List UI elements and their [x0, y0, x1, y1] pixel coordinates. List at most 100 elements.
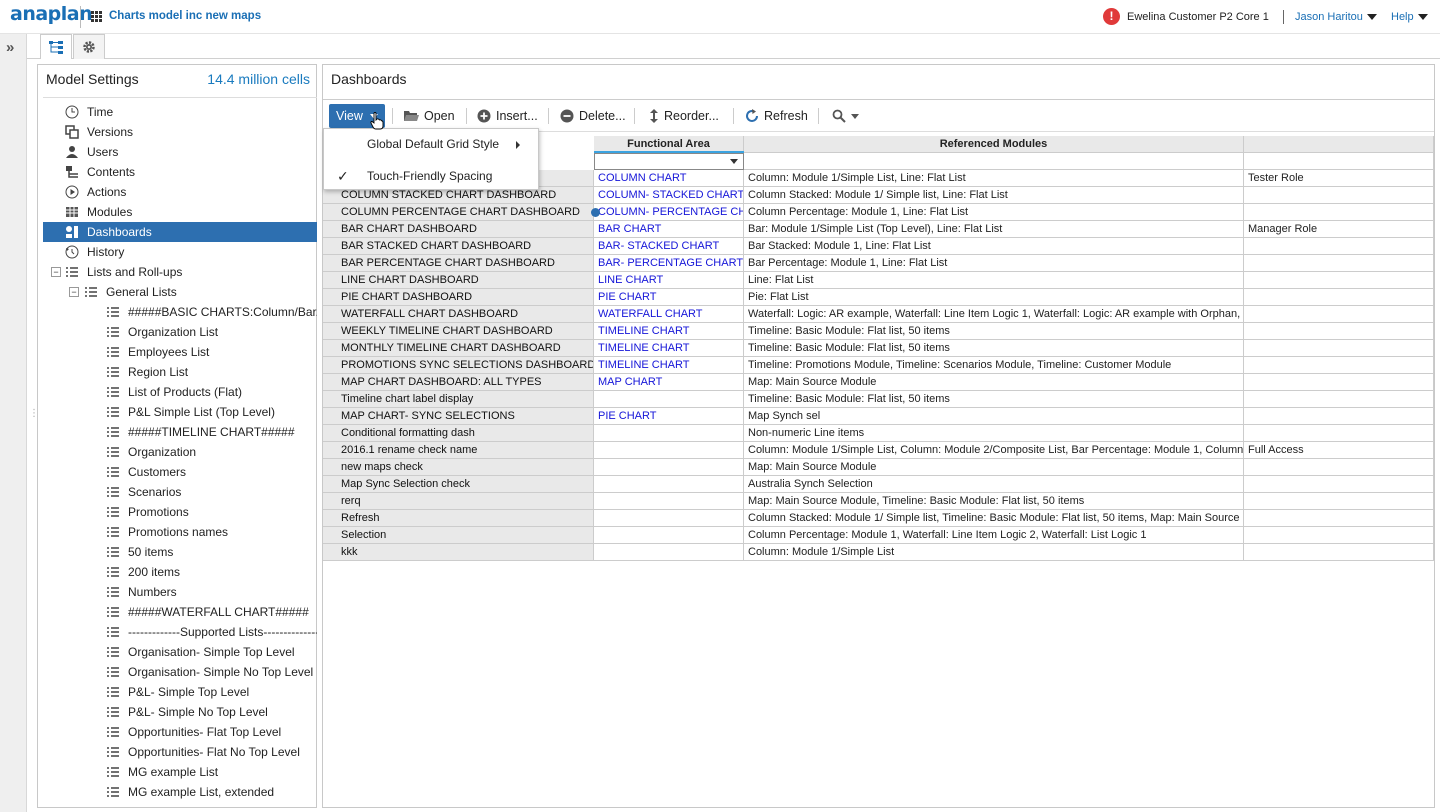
- row-header-cell[interactable]: rerq: [323, 493, 594, 510]
- list-item[interactable]: Numbers: [106, 582, 177, 602]
- referenced-modules-cell[interactable]: Line: Flat List: [744, 272, 1244, 289]
- referenced-modules-cell[interactable]: Australia Synch Selection: [744, 476, 1244, 493]
- filter-cell[interactable]: [744, 153, 1244, 170]
- table-row[interactable]: MAP CHART DASHBOARD: ALL TYPES MAP CHART M…: [323, 374, 1434, 391]
- functional-area-cell[interactable]: [594, 425, 744, 442]
- role-cell[interactable]: [1244, 544, 1434, 561]
- list-item[interactable]: MG example List, extended: [106, 782, 274, 802]
- table-row[interactable]: new maps check Map: Main Source Module: [323, 459, 1434, 476]
- role-cell[interactable]: [1244, 255, 1434, 272]
- table-row[interactable]: BAR CHART DASHBOARD BAR CHART Bar: Module …: [323, 221, 1434, 238]
- referenced-modules-cell[interactable]: Map: Main Source Module, Timeline: Basic…: [744, 493, 1244, 510]
- role-cell[interactable]: [1244, 408, 1434, 425]
- referenced-modules-cell[interactable]: Timeline: Basic Module: Flat list, 50 it…: [744, 340, 1244, 357]
- menu-item-touch-spacing[interactable]: ✓ Touch-Friendly Spacing: [324, 165, 538, 187]
- row-header-cell[interactable]: BAR CHART DASHBOARD: [323, 221, 594, 238]
- referenced-modules-cell[interactable]: Map: Main Source Module: [744, 374, 1244, 391]
- row-header-cell[interactable]: kkk: [323, 544, 594, 561]
- reorder-button[interactable]: Reorder...: [649, 104, 719, 128]
- tab-settings[interactable]: [73, 34, 105, 59]
- functional-area-cell[interactable]: PIE CHART: [594, 289, 744, 306]
- table-row[interactable]: COLUMN PERCENTAGE CHART DASHBOARD COLUMN-…: [323, 204, 1434, 221]
- functional-area-cell[interactable]: [594, 442, 744, 459]
- filter-cell[interactable]: [1244, 153, 1434, 170]
- list-item[interactable]: -------------Supported Lists------------…: [106, 622, 317, 642]
- table-row[interactable]: kkk Column: Module 1/Simple List: [323, 544, 1434, 561]
- tree-item-lists-rollups[interactable]: Lists and Roll-ups: [65, 262, 182, 282]
- row-header-cell[interactable]: BAR STACKED CHART DASHBOARD: [323, 238, 594, 255]
- list-item[interactable]: 50 items: [106, 542, 173, 562]
- list-item[interactable]: Promotions: [106, 502, 189, 522]
- row-header-cell[interactable]: Timeline chart label display: [323, 391, 594, 408]
- functional-area-cell[interactable]: BAR- PERCENTAGE CHART: [594, 255, 744, 272]
- functional-area-cell[interactable]: [594, 493, 744, 510]
- functional-area-cell[interactable]: LINE CHART: [594, 272, 744, 289]
- list-item[interactable]: P&L- Simple No Top Level: [106, 702, 268, 722]
- referenced-modules-cell[interactable]: Bar Percentage: Module 1, Line: Flat Lis…: [744, 255, 1244, 272]
- functional-area-cell[interactable]: BAR- STACKED CHART: [594, 238, 744, 255]
- row-header-cell[interactable]: COLUMN PERCENTAGE CHART DASHBOARD: [323, 204, 594, 221]
- table-row[interactable]: BAR STACKED CHART DASHBOARD BAR- STACKED …: [323, 238, 1434, 255]
- table-row[interactable]: Selection Column Percentage: Module 1, Wa…: [323, 527, 1434, 544]
- role-cell[interactable]: [1244, 340, 1434, 357]
- role-cell[interactable]: [1244, 374, 1434, 391]
- referenced-modules-cell[interactable]: Column: Module 1/Simple List, Column: Mo…: [744, 442, 1244, 459]
- referenced-modules-cell[interactable]: Bar: Module 1/Simple List (Top Level), L…: [744, 221, 1244, 238]
- referenced-modules-cell[interactable]: Column Stacked: Module 1/ Simple list, L…: [744, 187, 1244, 204]
- search-button[interactable]: [832, 104, 859, 128]
- list-item[interactable]: Opportunities- Flat Top Level: [106, 722, 281, 742]
- tree-item-contents[interactable]: Contents: [65, 162, 135, 182]
- row-header-cell[interactable]: MONTHLY TIMELINE CHART DASHBOARD: [323, 340, 594, 357]
- referenced-modules-cell[interactable]: Map Synch sel: [744, 408, 1244, 425]
- role-cell[interactable]: [1244, 204, 1434, 221]
- row-header-cell[interactable]: PROMOTIONS SYNC SELECTIONS DASHBOARD: [323, 357, 594, 374]
- functional-area-cell[interactable]: TIMELINE CHART: [594, 340, 744, 357]
- table-row[interactable]: WEEKLY TIMELINE CHART DASHBOARD TIMELINE …: [323, 323, 1434, 340]
- referenced-modules-cell[interactable]: Column: Module 1/Simple List, Line: Flat…: [744, 170, 1244, 187]
- table-row[interactable]: PROMOTIONS SYNC SELECTIONS DASHBOARD TIME…: [323, 357, 1434, 374]
- list-item[interactable]: Opportunities- Flat No Top Level: [106, 742, 300, 762]
- referenced-modules-cell[interactable]: Column Stacked: Module 1/ Simple list, T…: [744, 510, 1244, 527]
- role-cell[interactable]: Tester Role: [1244, 170, 1434, 187]
- role-cell[interactable]: [1244, 527, 1434, 544]
- table-row[interactable]: LINE CHART DASHBOARD LINE CHART Line: Flat…: [323, 272, 1434, 289]
- functional-area-cell[interactable]: [594, 527, 744, 544]
- functional-area-cell[interactable]: COLUMN- STACKED CHART: [594, 187, 744, 204]
- functional-area-cell[interactable]: TIMELINE CHART: [594, 357, 744, 374]
- user-menu[interactable]: Jason Haritou: [1295, 11, 1377, 23]
- referenced-modules-cell[interactable]: Column: Module 1/Simple List: [744, 544, 1244, 561]
- functional-area-cell[interactable]: [594, 510, 744, 527]
- role-cell[interactable]: [1244, 459, 1434, 476]
- insert-button[interactable]: Insert...: [477, 104, 538, 128]
- table-row[interactable]: PIE CHART DASHBOARD PIE CHART Pie: Flat Li…: [323, 289, 1434, 306]
- row-header-cell[interactable]: MAP CHART- SYNC SELECTIONS: [323, 408, 594, 425]
- refresh-button[interactable]: Refresh: [745, 104, 808, 128]
- column-header[interactable]: Referenced Modules: [744, 136, 1244, 153]
- referenced-modules-cell[interactable]: Timeline: Basic Module: Flat list, 50 it…: [744, 323, 1244, 340]
- functional-area-cell[interactable]: [594, 544, 744, 561]
- list-item[interactable]: #####TIMELINE CHART#####: [106, 422, 295, 442]
- list-item[interactable]: Organisation- Simple Top Level: [106, 642, 295, 662]
- role-cell[interactable]: [1244, 323, 1434, 340]
- table-row[interactable]: WATERFALL CHART DASHBOARD WATERFALL CHART…: [323, 306, 1434, 323]
- role-cell[interactable]: Full Access: [1244, 442, 1434, 459]
- tree-item-users[interactable]: Users: [65, 142, 118, 162]
- functional-area-cell[interactable]: [594, 476, 744, 493]
- row-header-cell[interactable]: MAP CHART DASHBOARD: ALL TYPES: [323, 374, 594, 391]
- role-cell[interactable]: [1244, 425, 1434, 442]
- functional-area-cell[interactable]: BAR CHART: [594, 221, 744, 238]
- row-header-cell[interactable]: Selection: [323, 527, 594, 544]
- row-header-cell[interactable]: Refresh: [323, 510, 594, 527]
- list-item[interactable]: List of Products (Flat): [106, 382, 242, 402]
- referenced-modules-cell[interactable]: Pie: Flat List: [744, 289, 1244, 306]
- role-cell[interactable]: Manager Role: [1244, 221, 1434, 238]
- table-row[interactable]: MAP CHART- SYNC SELECTIONS PIE CHART Map S…: [323, 408, 1434, 425]
- role-cell[interactable]: [1244, 391, 1434, 408]
- row-header-cell[interactable]: BAR PERCENTAGE CHART DASHBOARD: [323, 255, 594, 272]
- row-header-cell[interactable]: WEEKLY TIMELINE CHART DASHBOARD: [323, 323, 594, 340]
- referenced-modules-cell[interactable]: Bar Stacked: Module 1, Line: Flat List: [744, 238, 1244, 255]
- functional-area-cell[interactable]: COLUMN- PERCENTAGE CH: [594, 204, 744, 221]
- delete-button[interactable]: Delete...: [560, 104, 626, 128]
- table-row[interactable]: Map Sync Selection check Australia Synch …: [323, 476, 1434, 493]
- role-cell[interactable]: [1244, 476, 1434, 493]
